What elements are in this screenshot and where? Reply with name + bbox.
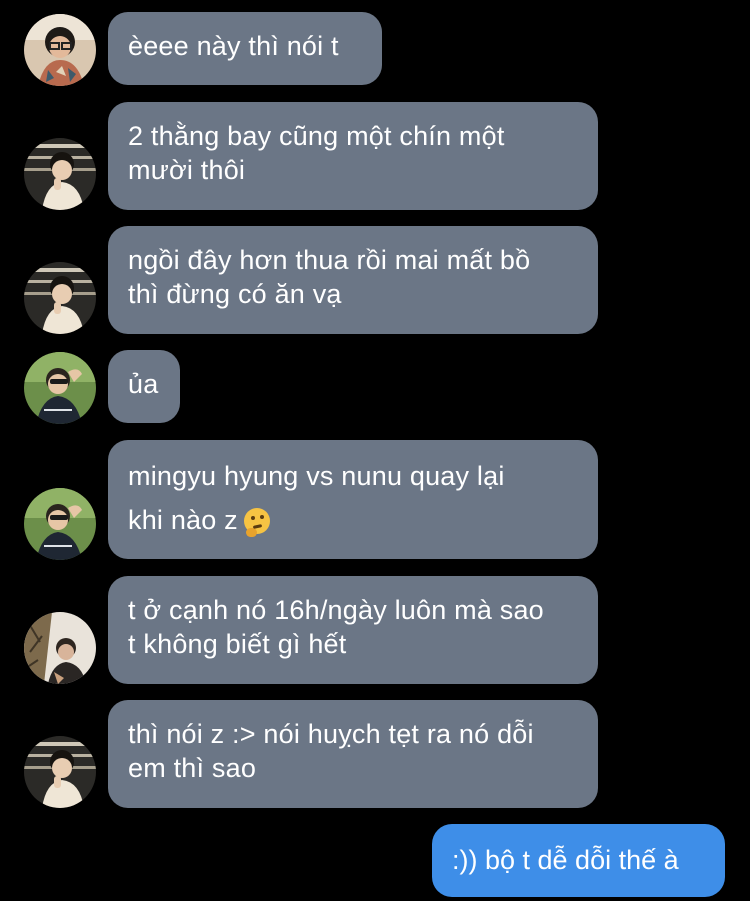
message-bubble[interactable]: thì nói z :> nói huỵch tẹt ra nó dỗi em … [108,700,598,808]
message-bubble[interactable]: 2 thằng bay cũng một chín một mười thôi [108,102,598,210]
avatar[interactable] [24,736,96,808]
message-text: mingyu hyung vs nunu quay lại [128,461,505,491]
message-text: em thì sao [128,753,257,783]
message-text: t không biết gì hết [128,629,347,659]
message-bubble[interactable]: ngồi đây hơn thua rồi mai mất bồ thì đừn… [108,226,598,334]
message-text: thì nói z :> nói huỵch tẹt ra nó dỗi [128,719,534,749]
avatar[interactable] [24,138,96,210]
message-bubble[interactable]: t ở cạnh nó 16h/ngày luôn mà sao t không… [108,576,598,684]
message-text-line: khi nào z [128,498,578,542]
avatar[interactable] [24,488,96,560]
message-text: thì đừng có ăn vạ [128,279,342,309]
message-text: èeee này thì nói t [128,31,339,61]
outgoing-message-text: :)) bộ t dễ dỗi thế à [452,845,679,875]
message-bubble[interactable]: èeee này thì nói t [108,12,382,85]
avatar[interactable] [24,612,96,684]
message-bubble[interactable]: mingyu hyung vs nunu quay lại khi nào z [108,440,598,559]
avatar[interactable] [24,352,96,424]
avatar[interactable] [24,262,96,334]
message-text: mười thôi [128,155,246,185]
outgoing-message-bubble[interactable]: :)) bộ t dễ dỗi thế à [432,824,725,897]
message-bubble[interactable]: ủa [108,350,180,423]
message-text: 2 thằng bay cũng một chín một [128,121,505,151]
thinking-face-icon [243,508,270,537]
message-text: ngồi đây hơn thua rồi mai mất bồ [128,245,531,275]
message-text: khi nào z [128,505,238,535]
message-text: t ở cạnh nó 16h/ngày luôn mà sao [128,595,544,625]
message-text: ủa [128,369,159,399]
avatar[interactable] [24,14,96,86]
